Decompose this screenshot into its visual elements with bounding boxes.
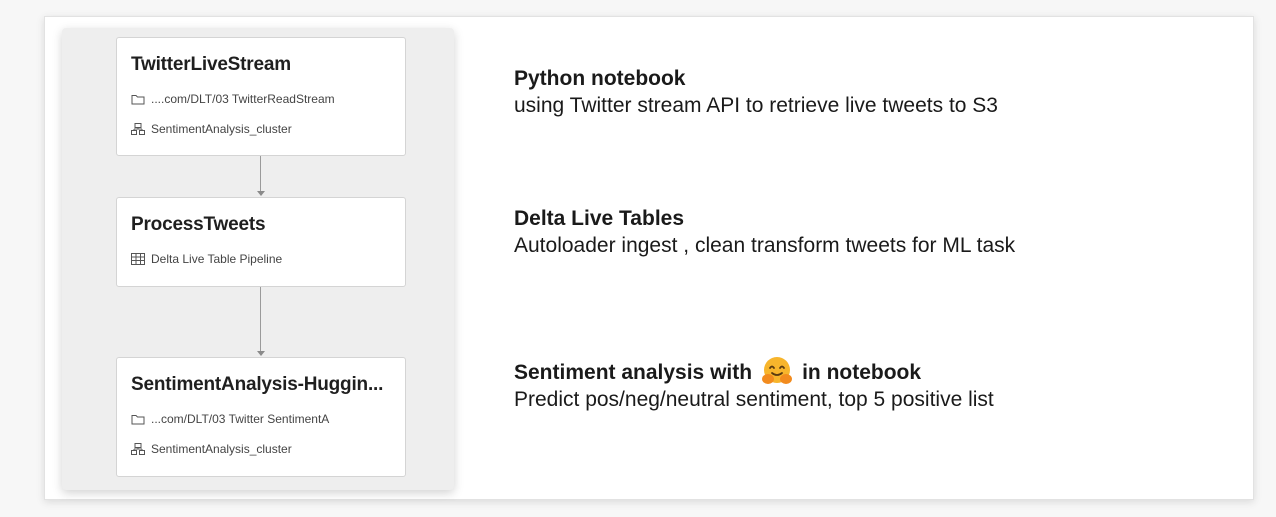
connector-arrow-2 [257,351,265,356]
task-card-sentiment-analysis[interactable]: SentimentAnalysis-Huggin... ...com/DLT/0… [116,357,406,477]
description-delta-live-tables: Delta Live Tables Autoloader ingest , cl… [514,206,1015,258]
task-card-twitter-live-stream[interactable]: TwitterLiveStream ....com/DLT/03 Twitter… [116,37,406,156]
task-cluster: SentimentAnalysis_cluster [131,122,391,136]
cluster-label: SentimentAnalysis_cluster [151,442,292,456]
task-title: ProcessTweets [131,214,266,235]
description-text: Autoloader ingest , clean transform twee… [514,234,1016,257]
description-title-before: Sentiment analysis with [514,361,753,384]
description-python-notebook: Python notebook using Twitter stream API… [514,66,998,118]
description-text: using Twitter stream API to retrieve liv… [514,94,998,117]
task-pipeline: Delta Live Table Pipeline [131,252,391,266]
connector-arrow-1 [257,191,265,196]
task-title: TwitterLiveStream [131,54,291,75]
hugging-face-emoji-icon [762,357,793,384]
task-notebook-path: ...com/DLT/03 Twitter SentimentA [131,412,391,426]
description-title-after: in notebook [802,361,922,384]
description-title: Sentiment analysis with in notebook [514,357,994,386]
task-card-process-tweets[interactable]: ProcessTweets Delta Live Table Pipeline [116,197,406,287]
cluster-icon [131,443,145,455]
description-title: Python notebook [514,67,686,90]
table-icon [131,253,145,265]
description-sentiment-analysis: Sentiment analysis with in notebook Pred… [514,357,994,412]
description-text: Predict pos/neg/neutral sentiment, top 5… [514,388,994,411]
task-title: SentimentAnalysis-Huggin... [131,374,384,395]
notebook-path-label: ...com/DLT/03 Twitter SentimentA [151,412,330,426]
connector-line-2 [260,287,261,352]
pipeline-label: Delta Live Table Pipeline [151,252,283,266]
connector-line-1 [260,156,261,192]
notebook-path-label: ....com/DLT/03 TwitterReadStream [151,92,335,106]
folder-icon [131,95,145,105]
description-title: Delta Live Tables [514,207,685,230]
folder-icon [131,415,145,425]
cluster-icon [131,123,145,135]
task-notebook-path: ....com/DLT/03 TwitterReadStream [131,92,391,106]
task-cluster: SentimentAnalysis_cluster [131,442,391,456]
cluster-label: SentimentAnalysis_cluster [151,122,292,136]
